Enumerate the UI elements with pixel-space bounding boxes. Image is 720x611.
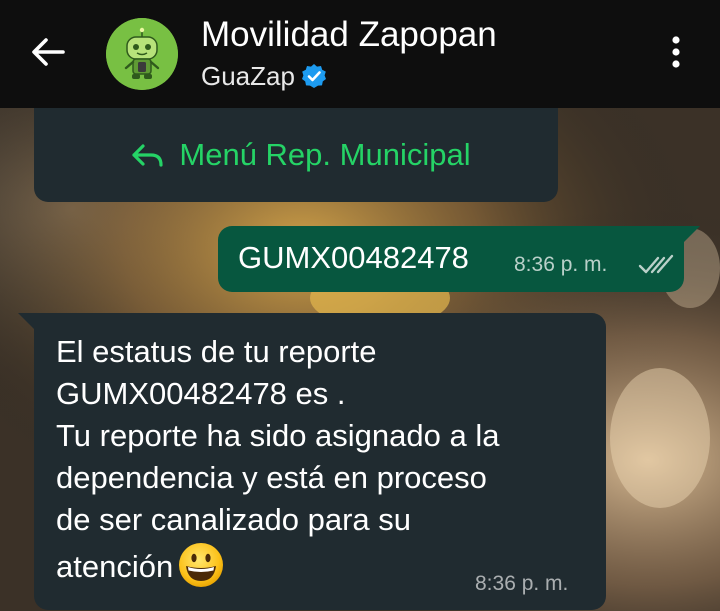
incoming-message[interactable]: El estatus de tu reporte GUMX00482478 es…: [34, 313, 606, 610]
message-line: dependencia y está en proceso: [56, 460, 487, 495]
chat-subtitle-row: GuaZap: [201, 61, 497, 91]
robot-mascot-icon: [106, 18, 178, 90]
avatar[interactable]: [106, 18, 178, 90]
grinning-face-emoji: [179, 543, 224, 587]
menu-button-label: Menú Rep. Municipal: [179, 137, 471, 172]
outgoing-bubble-tail: [684, 226, 700, 242]
outgoing-message[interactable]: GUMX00482478 8:36 p. m.: [218, 226, 684, 292]
incoming-message-time: 8:36 p. m.: [475, 572, 569, 595]
chat-title: Movilidad Zapopan: [201, 15, 497, 54]
more-vert-icon: [672, 36, 680, 68]
back-button[interactable]: [24, 28, 72, 76]
more-options-button[interactable]: [654, 30, 698, 74]
message-line: de ser canalizado para su: [56, 502, 412, 537]
chat-subtitle: GuaZap: [201, 61, 295, 91]
chat-area[interactable]: Menú Rep. Municipal GUMX00482478 8:36 p.…: [0, 108, 720, 611]
incoming-message-text: El estatus de tu reporte GUMX00482478 es…: [56, 331, 586, 589]
message-line: Tu reporte ha sido asignado a la: [56, 418, 500, 453]
incoming-bubble-tail: [18, 313, 34, 329]
reply-arrow-icon: [132, 144, 163, 167]
message-line: atención: [56, 549, 174, 584]
outgoing-message-time: 8:36 p. m.: [514, 253, 608, 276]
chat-title-area[interactable]: Movilidad Zapopan GuaZap: [201, 14, 497, 91]
chat-header: Movilidad Zapopan GuaZap: [0, 0, 720, 108]
arrow-back-icon: [32, 38, 65, 66]
menu-link: Menú Rep. Municipal: [131, 137, 471, 173]
verified-badge-icon: [301, 64, 326, 88]
double-check-icon: [638, 254, 674, 274]
message-line: El estatus de tu reporte: [56, 334, 377, 369]
outgoing-message-text: GUMX00482478: [238, 240, 469, 275]
message-line: GUMX00482478 es .: [56, 376, 346, 411]
menu-rep-municipal-button[interactable]: Menú Rep. Municipal: [34, 108, 558, 202]
